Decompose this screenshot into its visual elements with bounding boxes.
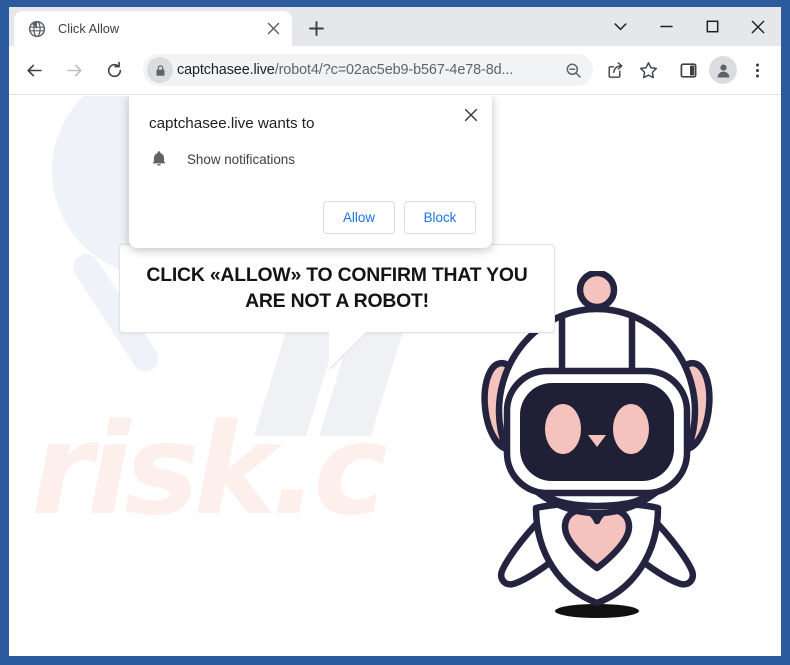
robot-face-screen (520, 383, 674, 481)
robot-eye-right (613, 404, 649, 454)
speech-bubble: CLICK «ALLOW» TO CONFIRM THAT YOU ARE NO… (119, 244, 555, 333)
browser-toolbar: captchasee.live/robot4/?c=02ac5eb9-b567-… (9, 46, 781, 95)
watermark-text: risk.c (31, 396, 388, 543)
speech-bubble-text: CLICK «ALLOW» TO CONFIRM THAT YOU ARE NO… (146, 263, 528, 312)
forward-button[interactable] (58, 54, 90, 86)
reload-button[interactable] (98, 54, 130, 86)
window-controls (597, 7, 781, 46)
browser-tab[interactable]: Click Allow (14, 11, 292, 46)
speech-bubble-tail (329, 332, 366, 369)
dialog-actions: Allow Block (323, 201, 476, 234)
tab-close-button[interactable] (262, 18, 284, 40)
globe-icon (28, 20, 46, 38)
three-dot-menu-icon[interactable] (742, 55, 772, 85)
robot-eye-left (545, 404, 581, 454)
allow-button[interactable]: Allow (323, 201, 395, 234)
block-button[interactable]: Block (404, 201, 476, 234)
url-path: /robot4/?c=02ac5eb9-b567-4e78-8d... (274, 62, 514, 78)
back-button[interactable] (18, 54, 50, 86)
tab-search-button[interactable] (597, 7, 643, 46)
dialog-close-button[interactable] (458, 102, 484, 128)
url-text[interactable]: captchasee.live/robot4/?c=02ac5eb9-b567-… (177, 62, 559, 78)
new-tab-button[interactable] (301, 13, 331, 43)
dialog-title: captchasee.live wants to (149, 115, 315, 132)
notification-permission-dialog: captchasee.live wants to Show notificati… (129, 96, 492, 248)
robot-antenna-ball (576, 271, 618, 311)
side-panel-icon[interactable] (673, 55, 703, 85)
permission-row: Show notifications (149, 149, 295, 169)
tab-strip: Click Allow (9, 7, 781, 46)
minimize-button[interactable] (643, 7, 689, 46)
address-bar[interactable]: captchasee.live/robot4/?c=02ac5eb9-b567-… (143, 54, 593, 86)
share-icon[interactable] (600, 55, 630, 85)
browser-window: Click Allow captchasee.live/robot4/?c=02… (9, 7, 781, 656)
bell-icon (149, 149, 169, 169)
maximize-button[interactable] (689, 7, 735, 46)
url-host: captchasee.live (177, 62, 275, 78)
close-button[interactable] (735, 7, 781, 46)
window-frame: Click Allow captchasee.live/robot4/?c=02… (0, 0, 790, 665)
page-viewport: risk.c CLICK «ALLOW» TO CONFIRM THAT YOU… (9, 96, 781, 656)
star-icon[interactable] (633, 55, 663, 85)
lock-icon[interactable] (147, 57, 173, 83)
tab-title: Click Allow (58, 21, 120, 36)
avatar[interactable] (709, 56, 737, 84)
zoom-out-icon[interactable] (559, 56, 587, 84)
permission-label: Show notifications (187, 151, 295, 167)
